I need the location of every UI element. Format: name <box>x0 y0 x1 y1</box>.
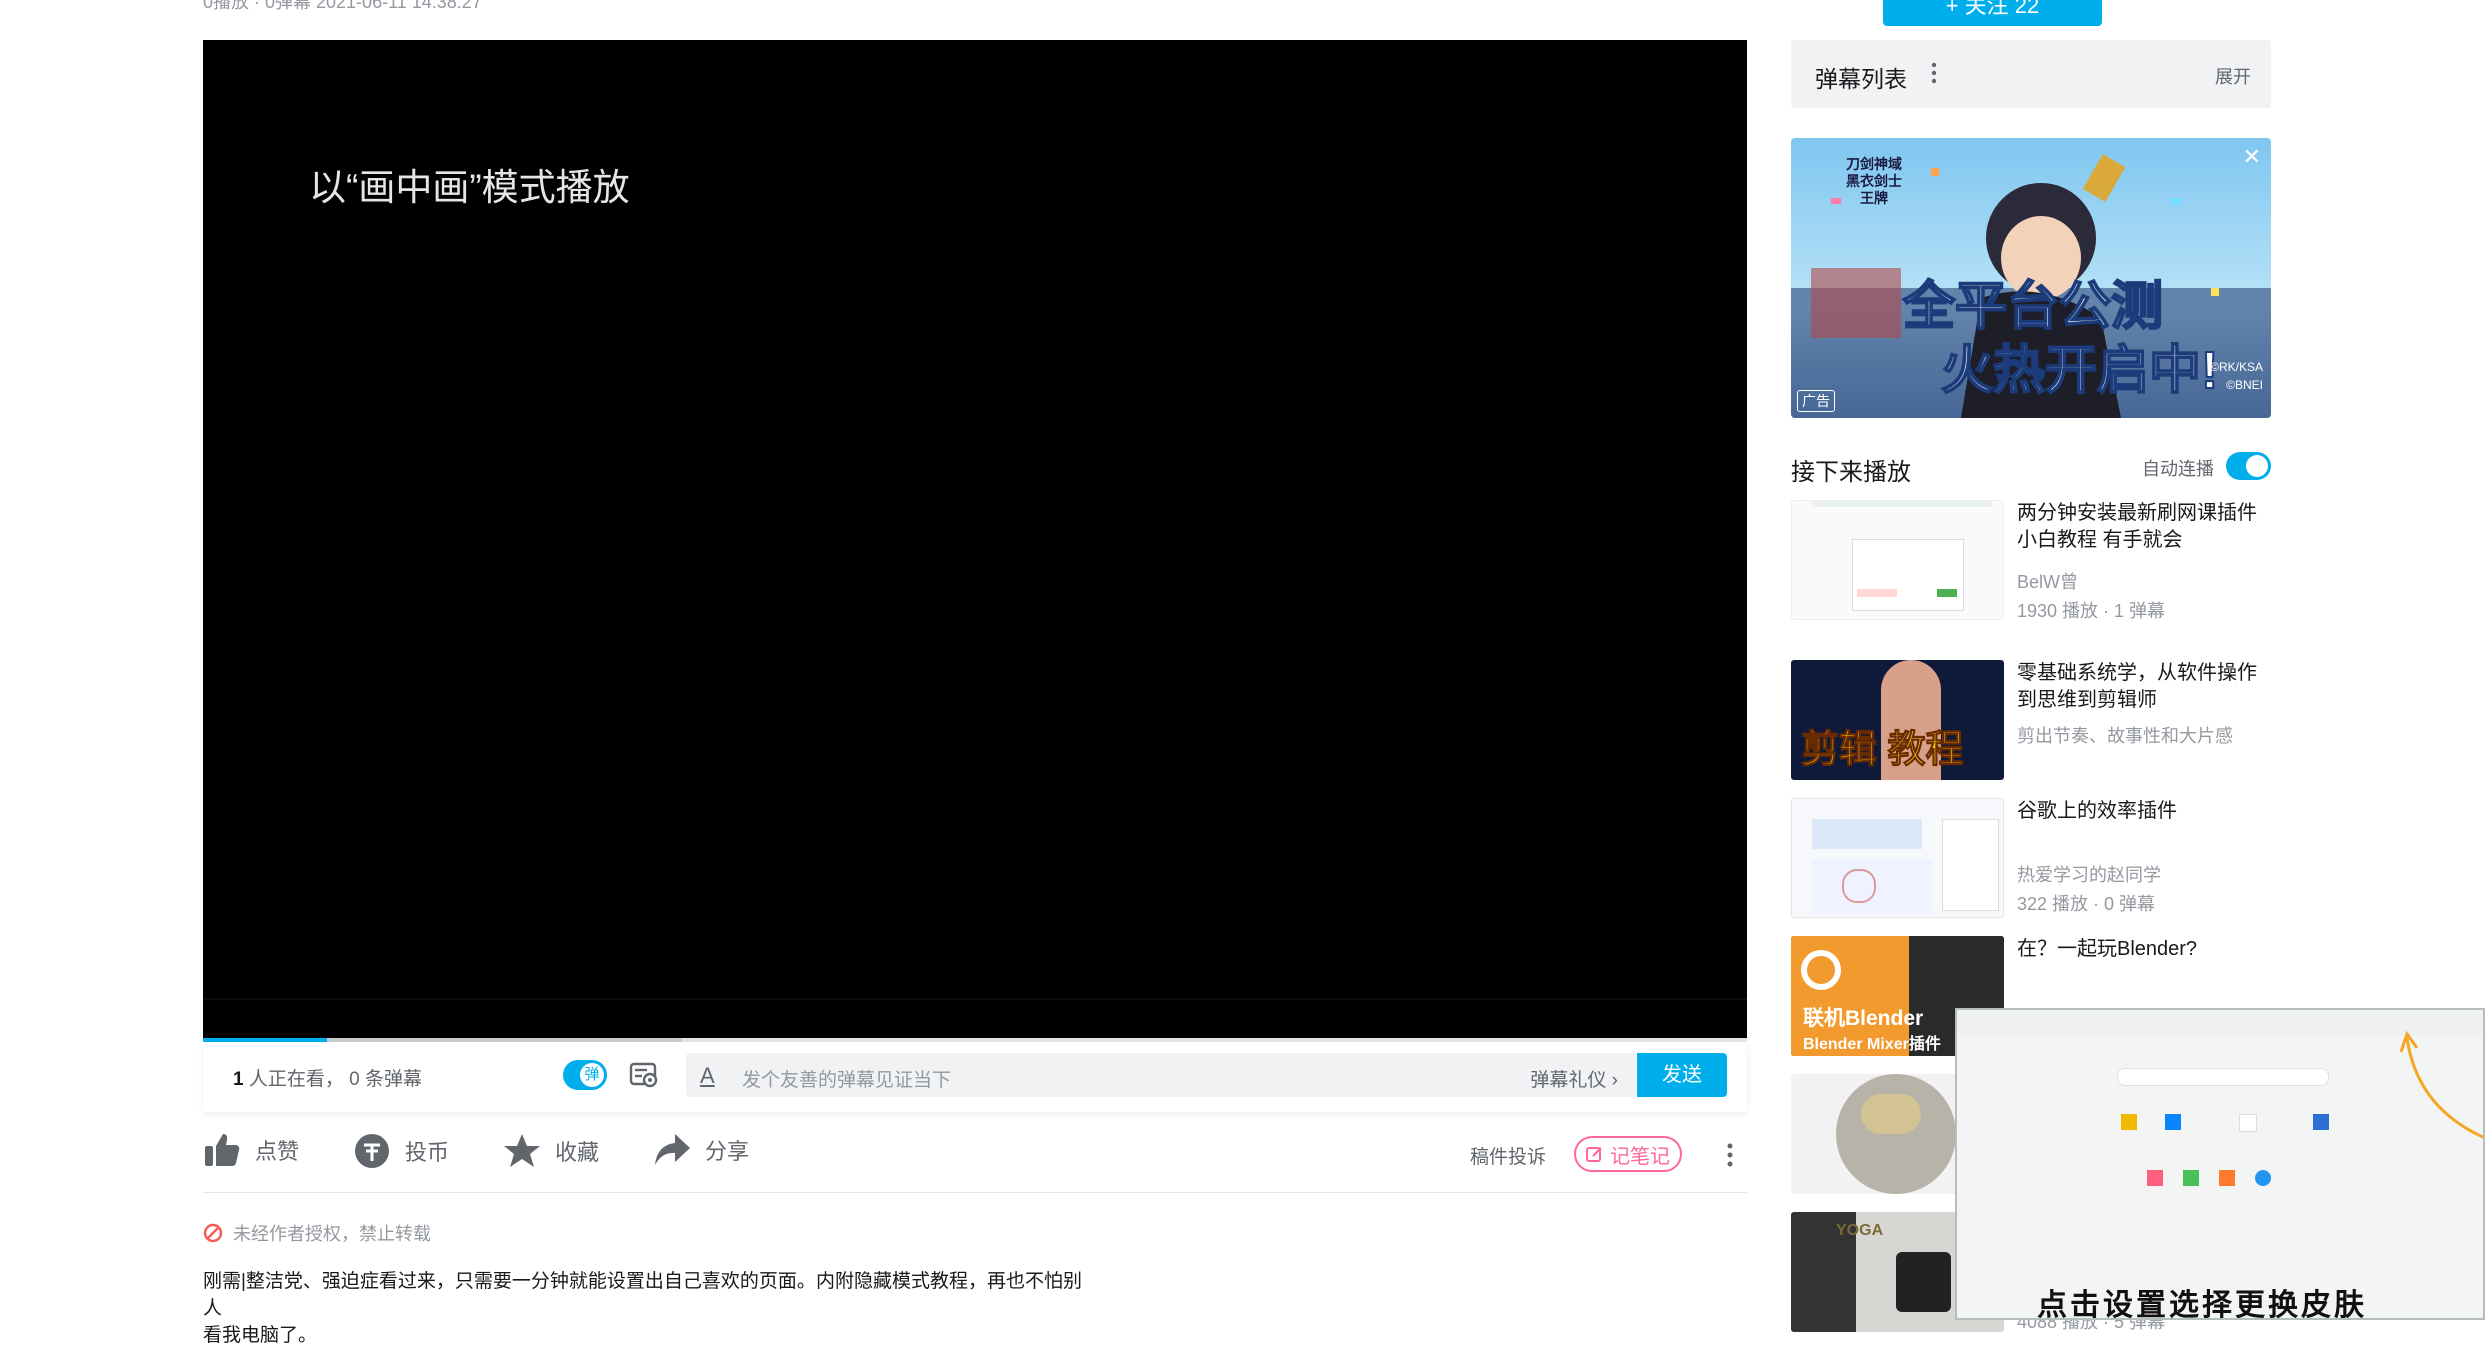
pip-message: 以“画中画”模式播放 <box>309 167 630 208</box>
thumbnail-text: 联机Blender <box>1803 1007 1924 1030</box>
coin-button[interactable]: 投币 <box>353 1132 449 1170</box>
share-arrow-icon <box>655 1134 690 1165</box>
danmaku-toggle-label: 弹 <box>580 1063 604 1087</box>
danmaku-input[interactable]: A 发个友善的弹幕见证当下 弹幕礼仪 › <box>686 1053 1636 1097</box>
preview-app-icon <box>2121 1114 2137 1130</box>
favorite-button[interactable]: 收藏 <box>503 1132 599 1170</box>
ad-headline-2: 火热开启中! <box>1940 341 2219 401</box>
ad-banner[interactable]: 刀剑神域 黑衣剑士 王牌 全平台公测 火热开启中! ✕ 广告 ©RK/KSA ©… <box>1791 138 2271 418</box>
take-note-label: 记笔记 <box>1610 1145 1670 1168</box>
recommended-video[interactable]: 谷歌上的效率插件 热爱学习的赵同学 322 播放 · 0 弹幕 <box>1791 798 2271 918</box>
thumbnail-text: YOGA <box>1836 1222 1884 1239</box>
favorite-label: 收藏 <box>555 1140 600 1165</box>
uploader-name[interactable]: BelW曾 <box>2017 568 2078 594</box>
edit-note-icon <box>1586 1147 1602 1162</box>
ad-badge-line: 王牌 <box>1860 190 1888 206</box>
share-label: 分享 <box>705 1139 750 1164</box>
expand-toggle[interactable]: 展开 <box>2215 63 2251 89</box>
copyright-notice: 未经作者授权，禁止转载 <box>203 1220 431 1246</box>
send-button[interactable]: 发送 <box>1637 1053 1727 1097</box>
take-note-button[interactable]: 记笔记 <box>1574 1136 1682 1172</box>
ad-game-badge: 刀剑神域 黑衣剑士 王牌 <box>1839 156 1909 207</box>
preview-caption: 点击设置选择更换皮肤 <box>2037 1288 2367 1320</box>
danmaku-list-title: 弹幕列表 <box>1815 66 1907 92</box>
video-thumbnail[interactable] <box>1791 500 2004 620</box>
font-style-icon[interactable]: A <box>700 1063 715 1089</box>
danmaku-list-header[interactable]: 弹幕列表 展开 <box>1791 40 2271 108</box>
ad-badge-line: 刀剑神域 <box>1846 156 1902 172</box>
danmaku-toggle[interactable]: 弹 <box>563 1060 607 1090</box>
danmaku-bar: 1 人正在看， 0 条弹幕 弹 A 发个友善的弹幕见证当下 弹幕礼仪 › 发送 <box>203 1042 1747 1112</box>
danmaku-count: 0 条弹幕 <box>349 1069 423 1090</box>
pointer-arrow-icon <box>2399 1030 2483 1139</box>
coin-label: 投币 <box>405 1140 450 1165</box>
ad-badge-line: 黑衣剑士 <box>1846 173 1902 189</box>
preview-app-icon <box>2147 1170 2163 1186</box>
ad-copyright: ©RK/KSA ©BNEI <box>2210 358 2263 394</box>
toolbar-divider <box>203 1192 1747 1193</box>
report-link[interactable]: 稿件投诉 <box>1470 1142 1546 1169</box>
autoplay-label: 自动连播 <box>2142 459 2214 479</box>
description-line: 看我电脑了。 <box>203 1325 318 1346</box>
preview-app-icon <box>2165 1114 2181 1130</box>
danmaku-etiquette-link[interactable]: 弹幕礼仪 › <box>1530 1065 1618 1092</box>
thumbnail-text: 剪辑 教程 <box>1801 729 1965 772</box>
danmaku-placeholder: 发个友善的弹幕见证当下 <box>742 1070 952 1091</box>
video-subtitle: 剪出节奏、故事性和大片感 <box>2017 726 2233 746</box>
preview-app-icon <box>2313 1114 2329 1130</box>
player-divider <box>203 998 1747 1000</box>
recommended-video[interactable]: 剪辑 教程 零基础系统学，从软件操作到思维到剪辑师 剪出节奏、故事性和大片感 <box>1791 660 2271 780</box>
like-button[interactable]: 点赞 <box>203 1132 299 1168</box>
kebab-menu-icon[interactable] <box>1931 62 1937 84</box>
viewer-text: 人正在看， <box>248 1069 344 1090</box>
ad-label: 广告 <box>1797 390 1835 412</box>
video-title[interactable]: 谷歌上的效率插件 <box>2017 798 2271 825</box>
video-title[interactable]: 在？一起玩Blender? <box>2017 936 2271 963</box>
follow-button[interactable]: + 关注 22 <box>1883 0 2102 26</box>
autoplay-toggle[interactable] <box>2226 452 2271 480</box>
preview-app-icon <box>2255 1170 2271 1186</box>
thumbnail-text: Blender Mixer插件 <box>1803 1036 1941 1053</box>
up-next-title: 接下来播放 <box>1791 459 1911 486</box>
description-line: 刚需|整洁党、强迫症看过来，只需要一分钟就能设置出自己喜欢的页面。内附隐藏模式教… <box>203 1271 1082 1319</box>
preview-search-bar <box>2117 1068 2329 1086</box>
preview-app-icon <box>2183 1170 2199 1186</box>
share-button[interactable]: 分享 <box>653 1132 749 1168</box>
copyright-text: 未经作者授权，禁止转载 <box>233 1224 431 1244</box>
ad-copyright-line: ©BNEI <box>2226 378 2263 392</box>
video-title[interactable]: 两分钟安装最新刷网课插件小白教程 有手就会 <box>2017 500 2271 554</box>
viewer-count: 1 人正在看， 0 条弹幕 <box>233 1064 422 1091</box>
preview-app-icon <box>2219 1170 2235 1186</box>
uploader-name[interactable]: 热爱学习的赵同学 <box>2017 861 2161 887</box>
video-meta: 0播放 · 0弹幕 2021-06-11 14:38:27 <box>203 0 482 12</box>
more-options-icon[interactable] <box>1725 1140 1735 1170</box>
star-icon <box>504 1134 540 1167</box>
close-icon[interactable]: ✕ <box>2243 144 2261 170</box>
video-description: 刚需|整洁党、强迫症看过来，只需要一分钟就能设置出自己喜欢的页面。内附隐藏模式教… <box>203 1268 1083 1349</box>
video-stats: 1930 播放 · 1 弹幕 <box>2017 601 2166 621</box>
floating-preview-window[interactable]: 点击设置选择更换皮肤 <box>1955 1008 2485 1320</box>
video-thumbnail[interactable]: 剪辑 教程 <box>1791 660 2004 780</box>
recommended-video[interactable]: 两分钟安装最新刷网课插件小白教程 有手就会 BelW曾 1930 播放 · 1 … <box>1791 500 2271 621</box>
viewer-number: 1 <box>233 1069 244 1090</box>
thumb-up-icon <box>205 1134 240 1166</box>
like-label: 点赞 <box>255 1139 300 1164</box>
no-repost-icon <box>203 1223 223 1243</box>
preview-app-icon <box>2239 1114 2257 1132</box>
video-player[interactable]: 以“画中画”模式播放 <box>203 40 1747 1038</box>
video-stats: 322 播放 · 0 弹幕 <box>2017 894 2156 914</box>
ad-copyright-line: ©RK/KSA <box>2210 360 2263 374</box>
danmaku-settings-icon[interactable] <box>629 1060 659 1090</box>
video-thumbnail[interactable] <box>1791 798 2004 918</box>
video-title[interactable]: 零基础系统学，从软件操作到思维到剪辑师 <box>2017 660 2271 714</box>
coin-icon <box>355 1134 389 1168</box>
